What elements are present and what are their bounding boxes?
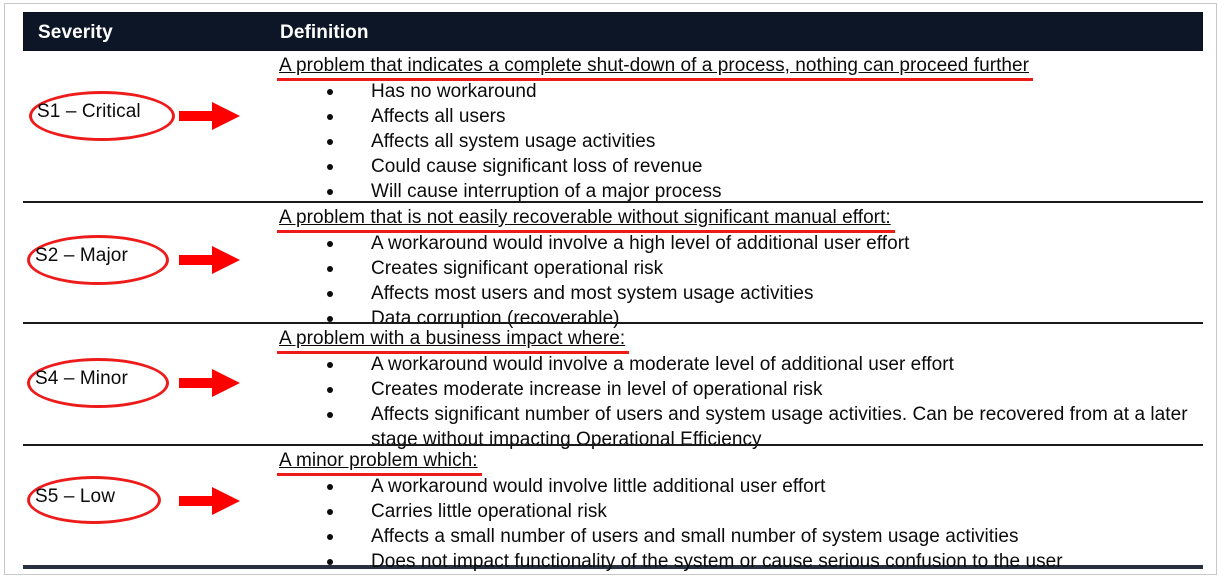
list-item-text: A workaround would involve a high level …	[371, 233, 910, 254]
definition-bullet-list: Has no workaround Affects all users Affect…	[279, 79, 1203, 204]
definition-bullet-list: A workaround would involve a high level …	[279, 231, 1203, 331]
bullet-dot-icon	[327, 241, 333, 247]
list-item-text: Carries little operational risk	[371, 501, 607, 522]
table-row: S2 – Major A problem that is not easily r…	[23, 201, 1203, 329]
bullet-dot-icon	[327, 189, 333, 195]
definition-bullet-list: A workaround would involve little additi…	[279, 474, 1203, 574]
list-item-text: Creates significant operational risk	[371, 258, 664, 279]
list-item-text: Has no workaround	[371, 81, 537, 102]
bullet-dot-icon	[327, 114, 333, 120]
bullet-dot-icon	[327, 387, 333, 393]
severity-cell: S1 – Critical	[23, 51, 279, 201]
bullet-dot-icon	[327, 534, 333, 540]
column-header-definition: Definition	[280, 22, 369, 43]
right-arrow-icon	[179, 101, 241, 131]
definition-cell: A problem that indicates a complete shut…	[277, 51, 1203, 204]
definition-heading: A minor problem which:	[277, 450, 482, 476]
table-row: S4 – Minor A problem with a business impa…	[23, 322, 1203, 450]
document-page: Severity Definition S1 – Critical A probl…	[4, 3, 1217, 575]
severity-label: S2 – Major	[35, 245, 128, 266]
definition-bullet-list: A workaround would involve a moderate le…	[279, 352, 1203, 452]
list-item-text: Affects a small number of users and smal…	[371, 526, 1019, 547]
list-item: Creates significant operational risk	[279, 256, 1203, 281]
list-item-text: Affects most users and most system usage…	[371, 283, 814, 304]
severity-cell: S4 – Minor	[23, 324, 279, 444]
list-item-text: Creates moderate increase in level of op…	[371, 379, 823, 400]
list-item-text: A workaround would involve a moderate le…	[371, 354, 954, 375]
table-row: S5 – Low A minor problem which: A workarou…	[23, 444, 1203, 572]
severity-cell: S5 – Low	[23, 446, 279, 565]
definition-heading-text: A minor problem which:	[279, 450, 478, 471]
list-item: Affects most users and most system usage…	[279, 281, 1203, 306]
bullet-dot-icon	[327, 291, 333, 297]
list-item: Has no workaround	[279, 79, 1203, 104]
list-item-text: A workaround would involve little additi…	[371, 476, 826, 497]
definition-heading-text: A problem that is not easily recoverable…	[279, 207, 891, 228]
bullet-dot-icon	[327, 362, 333, 368]
definition-heading: A problem with a business impact where:	[277, 328, 630, 354]
severity-cell: S2 – Major	[23, 203, 279, 322]
right-arrow-icon	[179, 245, 241, 275]
definition-heading-text: A problem that indicates a complete shut…	[279, 55, 1030, 76]
list-item: A workaround would involve a moderate le…	[279, 352, 1203, 377]
severity-label: S1 – Critical	[37, 101, 141, 122]
list-item-text: Will cause interruption of a major proce…	[371, 181, 722, 202]
list-item-text: Could cause significant loss of revenue	[371, 156, 703, 177]
list-item-text: Affects all users	[371, 106, 506, 127]
definition-cell: A problem with a business impact where: A…	[277, 324, 1203, 452]
bullet-dot-icon	[327, 139, 333, 145]
list-item: Affects all system usage activities	[279, 129, 1203, 154]
definition-cell: A minor problem which: A workaround would…	[277, 446, 1203, 574]
list-item: Could cause significant loss of revenue	[279, 154, 1203, 179]
bullet-dot-icon	[327, 164, 333, 170]
table-body: S1 – Critical A problem that indicates a …	[23, 51, 1203, 572]
bullet-dot-icon	[327, 559, 333, 565]
right-arrow-icon	[179, 368, 241, 398]
table-header-row: Severity Definition	[23, 12, 1203, 51]
list-item: Affects a small number of users and smal…	[279, 524, 1203, 549]
list-item: Does not impact functionality of the sys…	[279, 549, 1203, 574]
list-item-text: Affects all system usage activities	[371, 131, 656, 152]
definition-cell: A problem that is not easily recoverable…	[277, 203, 1203, 331]
definition-heading: A problem that is not easily recoverable…	[277, 207, 895, 233]
list-item: Carries little operational risk	[279, 499, 1203, 524]
column-header-severity: Severity	[38, 22, 113, 43]
list-item: A workaround would involve a high level …	[279, 231, 1203, 256]
list-item: Creates moderate increase in level of op…	[279, 377, 1203, 402]
definition-heading-text: A problem with a business impact where:	[279, 328, 626, 349]
severity-label: S5 – Low	[35, 486, 116, 507]
list-item: Affects all users	[279, 104, 1203, 129]
bullet-dot-icon	[327, 89, 333, 95]
bullet-dot-icon	[327, 266, 333, 272]
bullet-dot-icon	[327, 484, 333, 490]
table-row: S1 – Critical A problem that indicates a …	[23, 51, 1203, 204]
severity-label: S4 – Minor	[35, 368, 128, 389]
list-item-text: Does not impact functionality of the sys…	[371, 551, 1063, 572]
list-item: A workaround would involve little additi…	[279, 474, 1203, 499]
definition-heading: A problem that indicates a complete shut…	[277, 55, 1034, 81]
bullet-dot-icon	[327, 412, 333, 418]
right-arrow-icon	[179, 486, 241, 516]
bullet-dot-icon	[327, 509, 333, 515]
severity-definition-table: Severity Definition S1 – Critical A probl…	[23, 12, 1203, 572]
